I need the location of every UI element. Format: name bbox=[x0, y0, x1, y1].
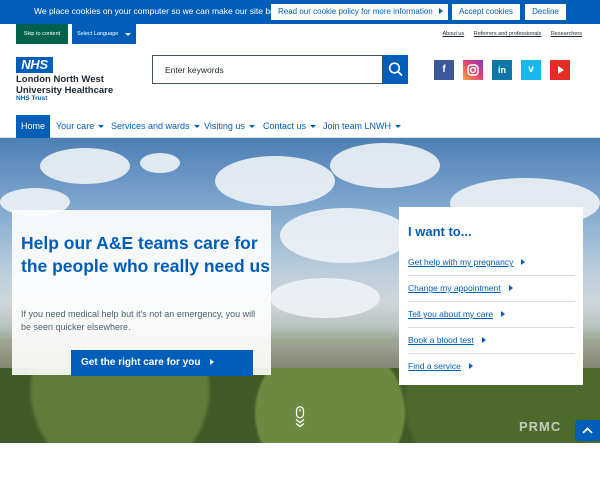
hero-banner: Help our A&E teams care for the people w… bbox=[0, 138, 600, 443]
want-item-pregnancy[interactable]: Get help with my pregnancy bbox=[408, 250, 575, 276]
want-item-find-service[interactable]: Find a service bbox=[408, 354, 575, 380]
accept-cookies-button[interactable]: Accept cookies bbox=[452, 4, 520, 20]
hero-title: Help our A&E teams care for the people w… bbox=[21, 233, 270, 276]
chevron-up-icon bbox=[582, 427, 593, 434]
search-icon bbox=[388, 62, 403, 76]
researchers-link[interactable]: Researchers bbox=[551, 31, 582, 37]
chevron-down-icon bbox=[310, 125, 317, 128]
nav-item-label: Services and wards bbox=[111, 121, 190, 131]
facebook-icon[interactable]: f bbox=[434, 60, 454, 80]
cloud-decoration bbox=[215, 156, 335, 206]
decline-cookies-button[interactable]: Decline bbox=[525, 4, 566, 20]
scroll-down-icon[interactable] bbox=[293, 406, 307, 428]
about-us-link[interactable]: About us bbox=[442, 31, 464, 37]
cloud-decoration bbox=[270, 278, 380, 318]
language-select[interactable]: Select Language bbox=[72, 24, 136, 44]
nav-item-label: Contact us bbox=[263, 121, 307, 131]
org-trust: NHS Trust bbox=[16, 95, 48, 102]
main-navigation: Home Your care Services and wards Visiti… bbox=[0, 115, 600, 138]
cloud-decoration bbox=[280, 208, 410, 263]
nav-item-label: Visiting us bbox=[204, 121, 245, 131]
cookie-banner: We place cookies on your computer so we … bbox=[0, 0, 600, 24]
arrow-right-icon bbox=[481, 337, 486, 343]
nav-item-label: Join team LNWH bbox=[323, 121, 392, 131]
hero-button-label: Get the right care for you bbox=[81, 357, 201, 368]
watermark: PRMC bbox=[519, 419, 562, 434]
nav-item-visiting-us[interactable]: Visiting us bbox=[204, 115, 255, 138]
youtube-icon[interactable] bbox=[550, 60, 570, 80]
chevron-down-icon bbox=[193, 125, 200, 128]
want-item-label: Find a service bbox=[408, 361, 461, 371]
chevron-down-icon bbox=[248, 125, 255, 128]
cloud-decoration bbox=[140, 153, 180, 173]
arrow-right-icon bbox=[508, 285, 513, 291]
nav-item-label: Your care bbox=[56, 121, 95, 131]
instagram-icon[interactable] bbox=[463, 60, 483, 80]
want-item-care[interactable]: Tell you about my care bbox=[408, 302, 575, 328]
utility-links: About us Referrers and professionals Res… bbox=[434, 31, 582, 37]
nav-item-home[interactable]: Home bbox=[16, 115, 50, 138]
chevron-down-icon bbox=[98, 125, 105, 128]
language-select-label: Select Language bbox=[77, 31, 119, 37]
skip-to-content-link[interactable]: Skip to content bbox=[16, 24, 68, 44]
cookie-policy-button[interactable]: Read our cookie policy for more informat… bbox=[271, 4, 448, 20]
search-button[interactable] bbox=[383, 55, 408, 84]
org-name: London North West University Healthcare bbox=[16, 74, 114, 96]
referrers-link[interactable]: Referrers and professionals bbox=[474, 31, 542, 37]
back-to-top-button[interactable] bbox=[575, 420, 600, 441]
nav-item-contact-us[interactable]: Contact us bbox=[263, 115, 317, 138]
arrow-right-icon bbox=[501, 311, 506, 317]
hero-card: Help our A&E teams care for the people w… bbox=[12, 210, 271, 376]
i-want-to-title: I want to... bbox=[408, 224, 472, 239]
cloud-decoration bbox=[330, 143, 440, 188]
chevron-down-icon bbox=[395, 125, 402, 128]
want-item-label: Get help with my pregnancy bbox=[408, 257, 514, 267]
want-item-label: Tell you about my care bbox=[408, 309, 494, 319]
nav-item-your-care[interactable]: Your care bbox=[56, 115, 105, 138]
cookie-policy-label: Read our cookie policy for more informat… bbox=[278, 7, 433, 16]
arrow-right-icon bbox=[210, 359, 215, 365]
linkedin-icon[interactable]: in bbox=[492, 60, 512, 80]
want-item-label: Book a blood test bbox=[408, 335, 474, 345]
want-item-label: Change my appointment bbox=[408, 283, 501, 293]
hero-text: If you need medical help but it's not an… bbox=[21, 309, 256, 332]
want-item-blood-test[interactable]: Book a blood test bbox=[408, 328, 575, 354]
nav-item-join-team[interactable]: Join team LNWH bbox=[323, 115, 402, 138]
arrow-right-icon bbox=[468, 363, 473, 369]
chevron-down-icon bbox=[125, 33, 131, 36]
arrow-right-icon bbox=[521, 259, 526, 265]
nav-item-services-and-wards[interactable]: Services and wards bbox=[111, 115, 200, 138]
get-right-care-button[interactable]: Get the right care for you bbox=[71, 350, 253, 376]
i-want-to-panel: I want to... Get help with my pregnancy … bbox=[399, 207, 583, 385]
want-item-appointment[interactable]: Change my appointment bbox=[408, 276, 575, 302]
arrow-right-icon bbox=[438, 8, 443, 14]
cookie-message: We place cookies on your computer so we … bbox=[34, 6, 289, 16]
nhs-logo[interactable]: NHS bbox=[16, 57, 53, 73]
search-input[interactable] bbox=[152, 55, 383, 84]
cloud-decoration bbox=[40, 148, 130, 184]
vimeo-icon[interactable]: v bbox=[521, 60, 541, 80]
